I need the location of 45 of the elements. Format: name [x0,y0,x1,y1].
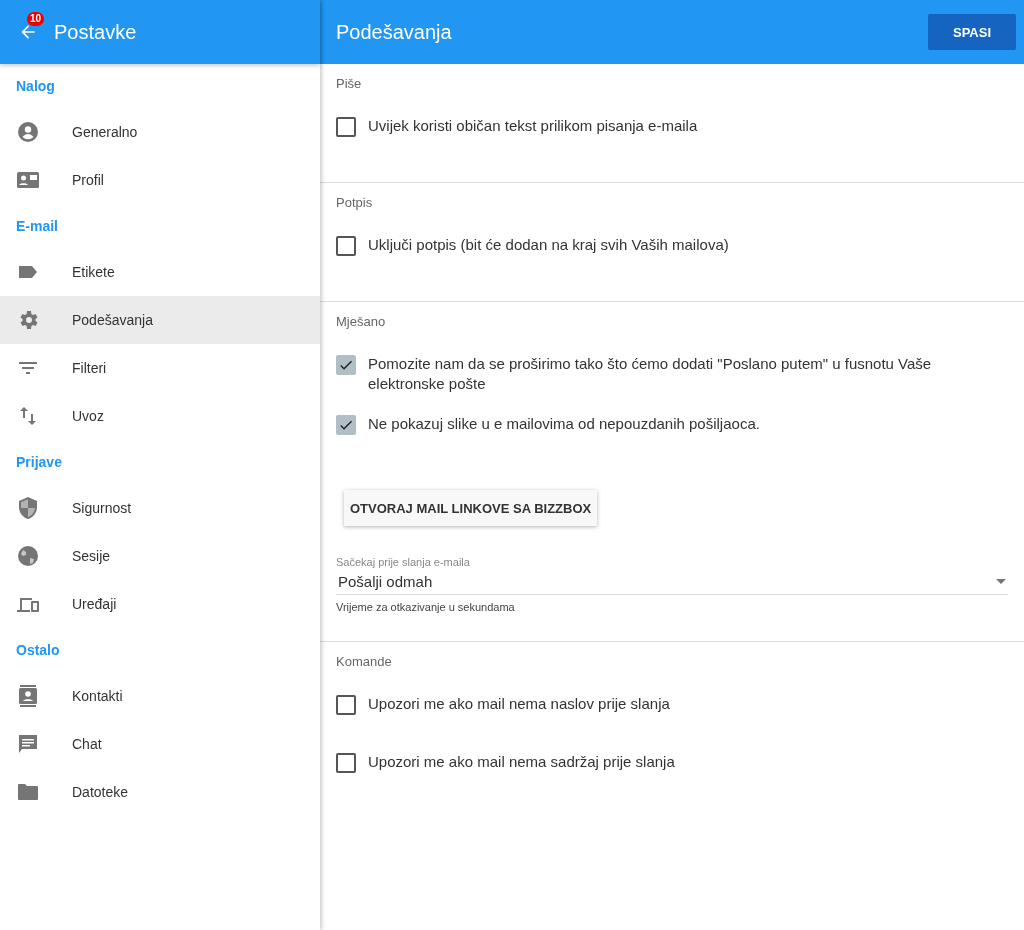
sidebar-item[interactable]: Datoteke [0,768,320,816]
save-button[interactable]: SPASI [928,14,1016,50]
sidebar-item[interactable]: Uvoz [0,392,320,440]
checkbox-label: Upozori me ako mail nema naslov prije slanja [368,694,670,714]
sidebar-item[interactable]: Filteri [0,344,320,392]
group-title: Nalog [15,77,56,96]
account-icon [16,120,40,144]
checkbox-label: Uključi potpis (bit će dodan na kraj svih Vaših mailova) [368,235,729,255]
checkbox[interactable] [336,753,356,773]
sidebar-item[interactable]: Etikete [0,248,320,296]
dropdown-caret-icon [996,578,1006,584]
group-title: Prijave [15,453,63,472]
checkbox[interactable] [336,117,356,137]
notification-badge: 10 [27,12,45,26]
section-title: Piše [336,76,363,93]
checkbox[interactable] [336,695,356,715]
contacts-icon [16,684,40,708]
page-title: Podešavanja [336,20,452,44]
sidebar-item[interactable]: Podešavanja [0,296,320,344]
checkbox-label: Pomozite nam da se proširimo tako što ćemo dodati "Poslano putem" u fusnotu Vaše elektronske pošte [368,354,933,394]
sidebar-item[interactable]: Sesije [0,532,320,580]
section-title: Komande [336,654,393,671]
section-title: Potpis [336,195,374,212]
checkbox-label: Upozori me ako mail nema sadržaj prije slanja [368,752,675,772]
sidebar-item[interactable]: Chat [0,720,320,768]
shield-icon [16,496,40,520]
sidebar-title: Postavke [54,20,137,44]
checkbox[interactable] [336,236,356,256]
checkbox[interactable] [336,415,356,435]
group-title: Ostalo [15,641,61,660]
globe-icon [16,544,40,568]
sidebar-item[interactable]: Uređaji [0,580,320,628]
sidebar-item[interactable]: Kontakti [0,672,320,720]
checkbox-label: Ne pokazuj slike u e mailovima od nepouzdanih pošiljaoca. [368,414,760,434]
helper-text: Vrijeme za otkazivanje u sekundama [336,601,516,613]
select-field[interactable]: Pošalji odmah [336,568,1008,595]
checkbox[interactable] [336,355,356,375]
group-title: E-mail [15,217,59,236]
sidebar-item[interactable]: Generalno [0,108,320,156]
section-title: Mješano [336,314,387,331]
open-links-button[interactable]: OTVORAJ MAIL LINKOVE SA BIZZBOX [344,490,598,526]
select-label: Sačekaj prije slanja e-maila [336,556,471,568]
sidebar-item[interactable]: Profil [0,156,320,204]
sidebar-item[interactable]: Sigurnost [0,484,320,532]
checkbox-label: Uvijek koristi običan tekst prilikom pisanja e-maila [368,116,698,136]
